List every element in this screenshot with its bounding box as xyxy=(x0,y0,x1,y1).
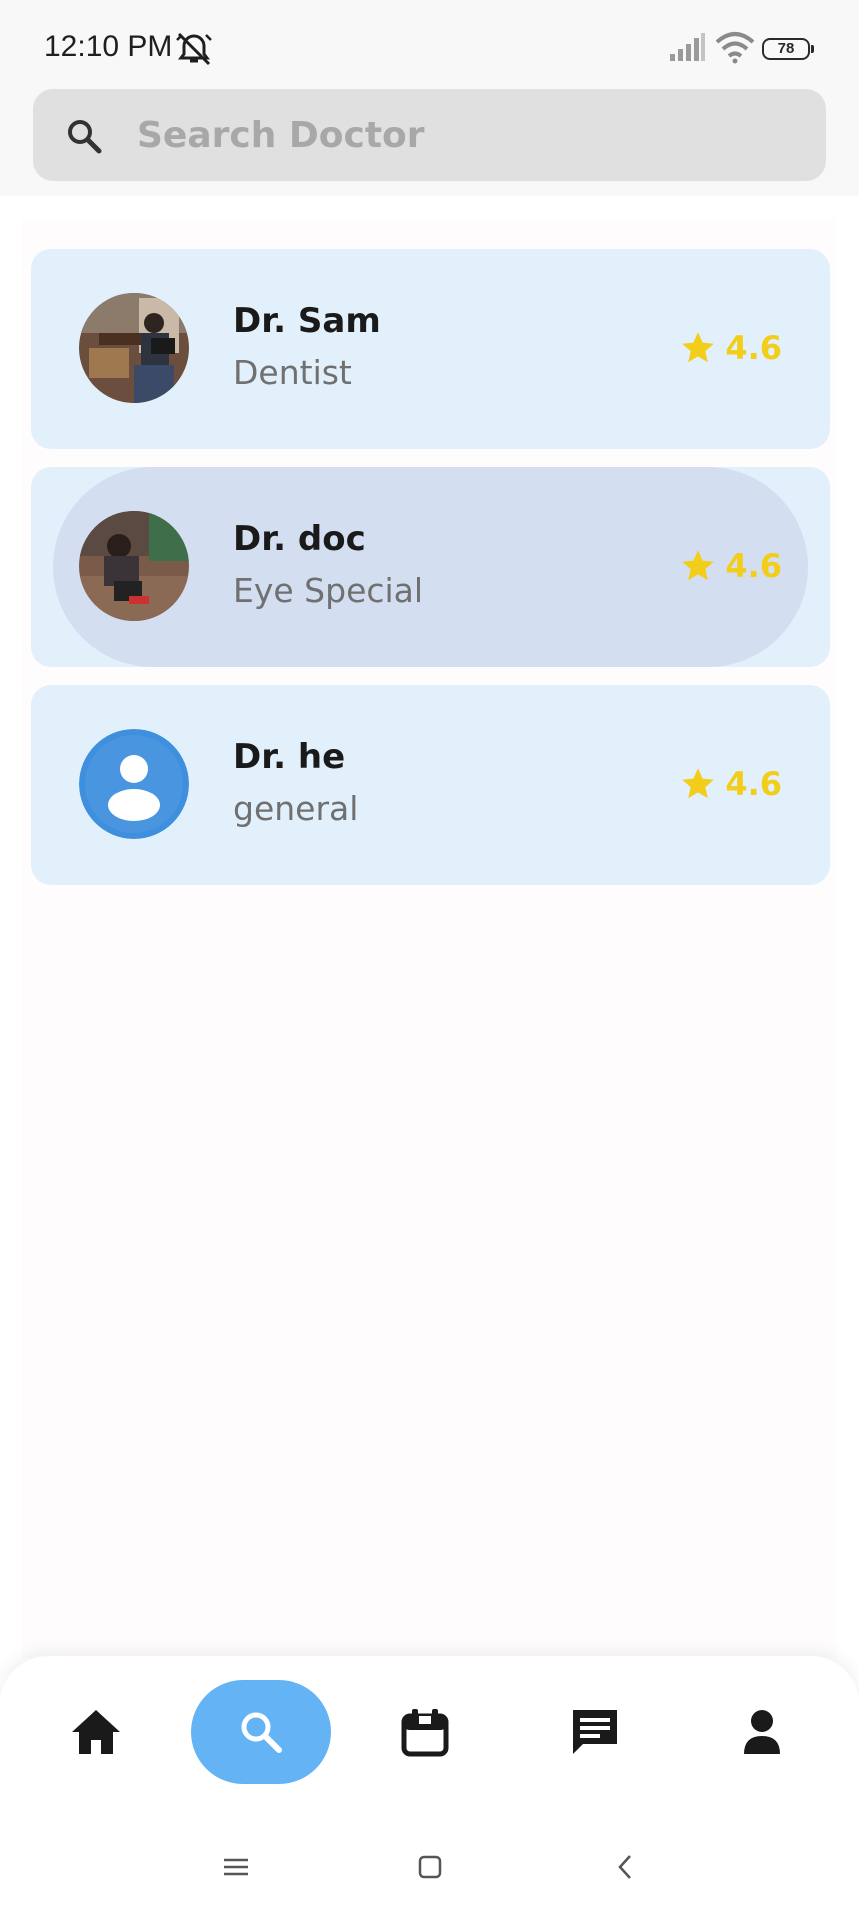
profile-icon xyxy=(744,1710,780,1754)
doctor-card[interactable]: Dr. Sam Dentist 4.6 xyxy=(31,249,830,449)
chat-icon xyxy=(573,1710,617,1754)
star-icon xyxy=(682,550,715,581)
calendar-icon xyxy=(401,1709,449,1757)
status-time: 12:10 PM xyxy=(44,30,173,63)
doctor-card[interactable]: Dr. doc Eye Special 4.6 xyxy=(31,467,830,667)
doctor-rating: 4.6 xyxy=(679,765,782,803)
doctor-rating: 4.6 xyxy=(679,329,782,367)
search-icon xyxy=(68,120,102,154)
search-input[interactable] xyxy=(137,107,797,163)
search-icon xyxy=(241,1712,282,1753)
doctor-name: Dr. Sam xyxy=(233,301,381,341)
star-icon xyxy=(682,332,715,363)
nav-calendar[interactable] xyxy=(355,1680,495,1784)
doctor-card[interactable]: Dr. he general 4.6 xyxy=(31,685,830,885)
battery-icon: 78 xyxy=(762,38,814,60)
search-bar[interactable] xyxy=(33,89,826,181)
bottom-nav xyxy=(0,1656,859,1826)
default-avatar-icon xyxy=(79,729,189,839)
home-square-icon[interactable] xyxy=(410,1852,450,1882)
nav-search[interactable] xyxy=(191,1680,331,1784)
back-icon[interactable] xyxy=(606,1852,646,1882)
doctor-specialty: Dentist xyxy=(233,353,352,392)
doctor-specialty: general xyxy=(233,789,359,828)
status-bar: 12:10 PM 78 xyxy=(0,0,859,86)
rating-value: 4.6 xyxy=(725,547,782,585)
alarm-off-icon xyxy=(176,32,212,66)
star-icon xyxy=(682,768,715,799)
nav-profile[interactable] xyxy=(692,1680,832,1784)
doctor-name: Dr. doc xyxy=(233,519,366,559)
doctor-specialty: Eye Special xyxy=(233,571,424,610)
nav-chat[interactable] xyxy=(525,1680,665,1784)
doctor-name: Dr. he xyxy=(233,737,346,777)
signal-icon xyxy=(670,33,705,61)
rating-value: 4.6 xyxy=(725,329,782,367)
doctor-avatar xyxy=(79,511,189,621)
doctor-rating: 4.6 xyxy=(679,547,782,585)
menu-icon[interactable] xyxy=(216,1852,256,1882)
doctor-avatar xyxy=(79,293,189,403)
system-nav xyxy=(0,1826,859,1908)
rating-value: 4.6 xyxy=(725,765,782,803)
home-icon xyxy=(72,1710,120,1754)
wifi-icon xyxy=(715,32,755,64)
nav-home[interactable] xyxy=(26,1680,166,1784)
